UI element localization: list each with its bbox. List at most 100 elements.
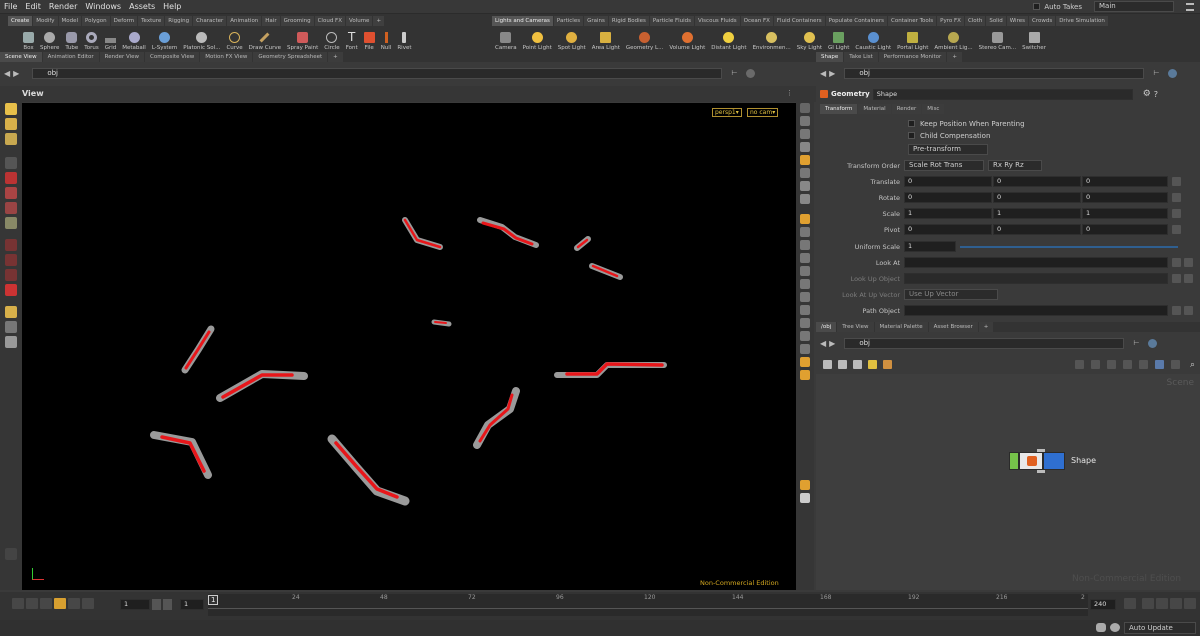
scale-handle-icon[interactable]: [1172, 209, 1181, 218]
shelf-tab-cloud-fx[interactable]: Cloud FX: [314, 16, 345, 26]
abc-icon[interactable]: [800, 344, 810, 354]
tool-l-system[interactable]: L-System: [149, 27, 180, 51]
pre-transform-button[interactable]: Pre-transform: [908, 144, 988, 155]
look-up-chooser-icon[interactable]: [1184, 274, 1193, 283]
desktop-menu-icon[interactable]: [1186, 2, 1194, 11]
tool-box[interactable]: Box: [20, 27, 37, 51]
tab-render-view[interactable]: Render View: [99, 52, 145, 62]
headlight-icon[interactable]: [800, 142, 810, 152]
flipbook-icon[interactable]: [5, 321, 17, 333]
node-output-connector[interactable]: [1037, 470, 1045, 473]
tool-area-light[interactable]: Area Light: [589, 27, 623, 51]
shelf-tab-grooming[interactable]: Grooming: [280, 16, 314, 26]
network-forward-icon[interactable]: ▶: [829, 339, 835, 348]
gear-icon[interactable]: ⚙: [1143, 89, 1151, 99]
snap-point-icon[interactable]: [5, 269, 17, 281]
param-pin-icon[interactable]: ⊢: [1153, 69, 1159, 77]
rotate-tool-icon[interactable]: [5, 187, 17, 199]
shelf-tab-ocean-fx[interactable]: Ocean FX: [740, 16, 773, 26]
desktop-select[interactable]: Main: [1094, 1, 1174, 12]
transform-order-select[interactable]: Scale Rot Trans: [904, 160, 984, 171]
tool-grid[interactable]: Grid: [102, 27, 120, 51]
add-param-tab-button[interactable]: +: [947, 52, 962, 62]
network-canvas[interactable]: Scene Shape Non-Commercial Edition: [816, 374, 1200, 590]
network-path-field[interactable]: obj: [844, 337, 1125, 349]
display-options-icon[interactable]: [800, 103, 810, 113]
look-at-up-vector-select[interactable]: Use Up Vector: [904, 289, 998, 300]
child-comp-checkbox[interactable]: [908, 132, 915, 139]
tool-null[interactable]: Null: [378, 27, 395, 51]
translate-x-field[interactable]: 0: [904, 176, 992, 187]
rotate-y-field[interactable]: 0: [993, 192, 1081, 203]
tab-composite-view[interactable]: Composite View: [145, 52, 200, 62]
grid-mode-icon[interactable]: [838, 360, 847, 369]
tool-draw-curve[interactable]: Draw Curve: [246, 27, 284, 51]
shelf-tab-container-tools[interactable]: Container Tools: [887, 16, 937, 26]
uniform-scale-slider[interactable]: [960, 245, 1178, 248]
tab-material-palette[interactable]: Material Palette: [874, 322, 928, 332]
path-chooser-icon[interactable]: [1184, 306, 1193, 315]
play-icon[interactable]: [68, 598, 80, 609]
tool-ambient-light[interactable]: Ambient Lig...: [931, 27, 975, 51]
param-path-field[interactable]: obj: [844, 67, 1145, 79]
light-icon[interactable]: [800, 129, 810, 139]
tool-caustic-light[interactable]: Caustic Light: [852, 27, 894, 51]
menu-assets[interactable]: Assets: [125, 2, 159, 11]
lit-icon[interactable]: [800, 155, 810, 165]
home-icon[interactable]: [800, 493, 810, 503]
shelf-tab-populate-containers[interactable]: Populate Containers: [825, 16, 887, 26]
scatter-icon[interactable]: [800, 253, 810, 263]
shelf-tab-crowds[interactable]: Crowds: [1028, 16, 1056, 26]
rotate-x-field[interactable]: 0: [904, 192, 992, 203]
tool-rivet[interactable]: Rivet: [394, 27, 414, 51]
shelf-tab-rigid-bodies[interactable]: Rigid Bodies: [608, 16, 649, 26]
help-icon[interactable]: ?: [1154, 90, 1158, 99]
tool-curve[interactable]: Curve: [223, 27, 245, 51]
pivot-handle-icon[interactable]: [1172, 225, 1181, 234]
view-options-icon[interactable]: ⋮: [786, 89, 793, 97]
menu-help[interactable]: Help: [159, 2, 185, 11]
shelf-tab-drive-simulation[interactable]: Drive Simulation: [1056, 16, 1108, 26]
tool-volume-light[interactable]: Volume Light: [666, 27, 708, 51]
template-icon[interactable]: [800, 305, 810, 315]
look-up-object-field[interactable]: [904, 273, 1168, 284]
tab-obj[interactable]: /obj: [816, 322, 837, 332]
param-forward-icon[interactable]: ▶: [829, 69, 835, 78]
end-frame-field[interactable]: 240: [1090, 599, 1116, 610]
3d-viewport[interactable]: persp1▾ no cam▾ Non-Commercial Edition: [22, 103, 796, 590]
tool-point-light[interactable]: Point Light: [520, 27, 555, 51]
flow-icon[interactable]: [1107, 360, 1116, 369]
shadow-icon[interactable]: [800, 168, 810, 178]
list-mode-icon[interactable]: [823, 360, 832, 369]
tool-circle[interactable]: Circle: [321, 27, 342, 51]
realtime-icon[interactable]: [1142, 598, 1154, 609]
network-back-icon[interactable]: ◀: [820, 339, 826, 348]
bulb-icon[interactable]: [800, 181, 810, 191]
shelf-tab-pyro-fx[interactable]: Pyro FX: [937, 16, 964, 26]
shelf-tab-grains[interactable]: Grains: [584, 16, 608, 26]
layout-icon[interactable]: [800, 480, 810, 490]
next-key-icon[interactable]: [82, 598, 94, 609]
tool-torus[interactable]: Torus: [81, 27, 101, 51]
shelf-tab-modify[interactable]: Modify: [33, 16, 58, 26]
translate-handle-icon[interactable]: [1172, 177, 1181, 186]
translate-y-field[interactable]: 0: [993, 176, 1081, 187]
ground-icon[interactable]: [5, 336, 17, 348]
shape-node[interactable]: [1009, 449, 1069, 473]
network-grid-icon[interactable]: [1155, 360, 1164, 369]
scene-path-field[interactable]: obj: [32, 67, 723, 79]
keep-position-checkbox[interactable]: [908, 120, 915, 127]
scale-tool-icon[interactable]: [5, 202, 17, 214]
rotate-order-select[interactable]: Rx Ry Rz: [988, 160, 1042, 171]
magnet-icon[interactable]: [5, 284, 17, 296]
rotate-z-field[interactable]: 0: [1082, 192, 1168, 203]
timeline-cursor[interactable]: 1: [208, 595, 219, 605]
thumbnail-mode-icon[interactable]: [853, 360, 862, 369]
image-icon[interactable]: [800, 357, 810, 367]
xray-icon[interactable]: [800, 318, 810, 328]
network-box-icon[interactable]: [883, 360, 892, 369]
network-link-icon[interactable]: [1148, 338, 1158, 348]
handle-tool-icon[interactable]: [5, 118, 17, 130]
audio-icon[interactable]: [1170, 598, 1182, 609]
brush-tool-icon[interactable]: [5, 217, 17, 229]
